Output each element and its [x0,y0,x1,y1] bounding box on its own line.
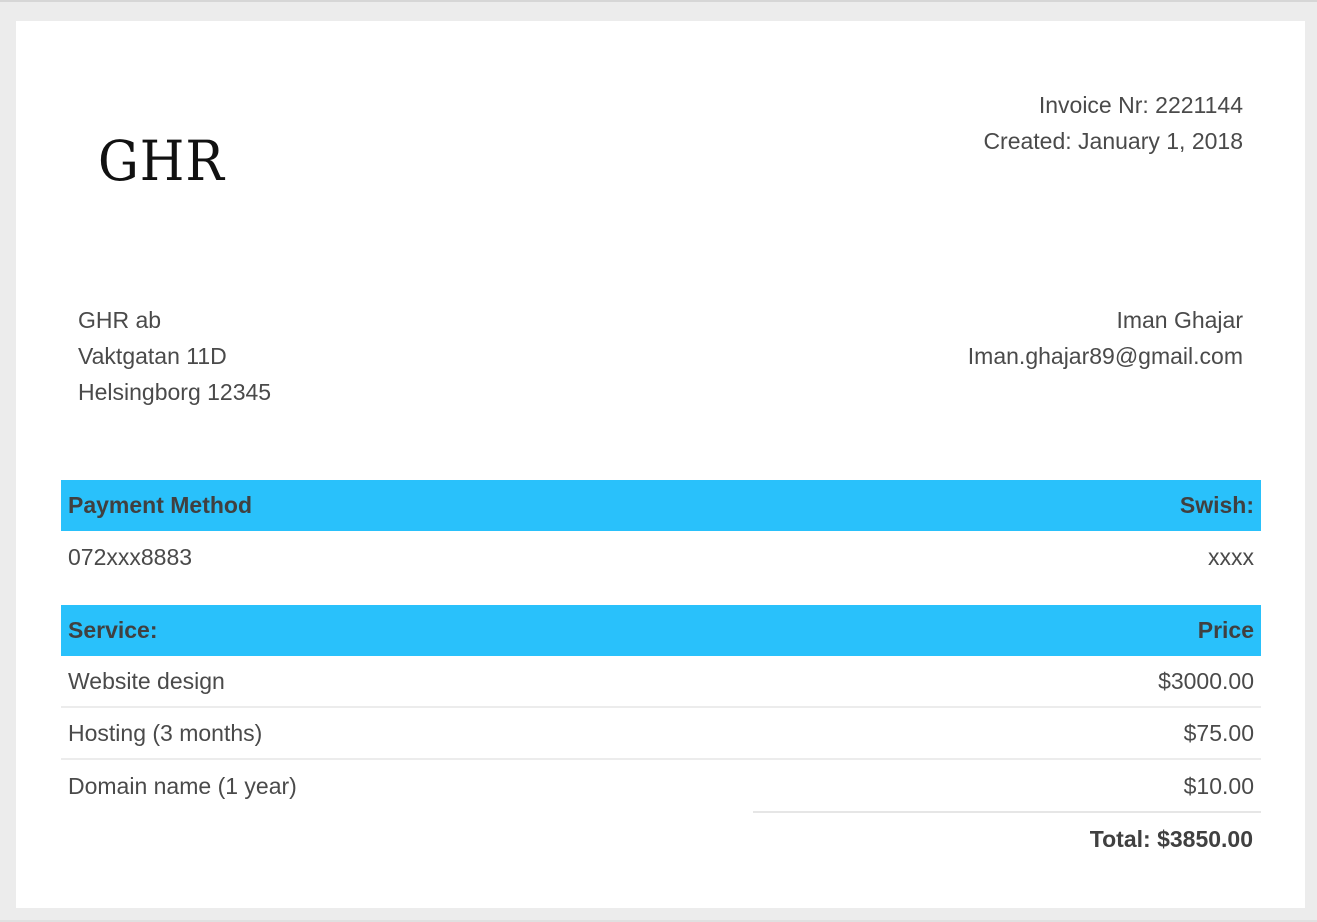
service-price: $3000.00 [1158,667,1254,694]
service-row: Website design $3000.00 [61,656,1261,708]
service-name: Hosting (3 months) [68,719,263,746]
service-name: Domain name (1 year) [68,772,297,799]
service-row: Domain name (1 year) $10.00 [61,760,1261,812]
total-divider [753,811,1261,813]
sender-company: GHR ab [78,307,162,333]
recipient-name: Iman Ghajar [1116,307,1243,333]
top-divider [0,0,1317,2]
payment-method-heading: Payment Method [68,492,253,518]
price-heading: Price [1197,617,1254,643]
service-price: $75.00 [1183,719,1254,746]
swish-value: xxxx [1208,543,1254,570]
service-heading-row: Service: Price [61,605,1261,656]
invoice-created-date: Created: January 1, 2018 [983,128,1243,154]
service-name: Website design [68,667,225,694]
payment-heading-row: Payment Method Swish: [61,480,1261,531]
invoice-number: Invoice Nr: 2221144 [1038,92,1243,118]
service-heading: Service: [68,617,158,643]
company-logo: GHR [98,129,225,193]
recipient-info: Iman Ghajar Iman.ghajar89@gmail.com [968,302,1243,374]
invoice-meta: Invoice Nr: 2221144 Created: January 1, … [983,87,1243,159]
payment-detail-row: 072xxx8883 xxxx [61,531,1261,583]
sender-city: Helsingborg 12345 [78,379,272,405]
service-price: $10.00 [1183,772,1254,799]
invoice-box: GHR Invoice Nr: 2221144 Created: January… [16,21,1305,908]
sender-address: GHR ab Vaktgatan 11D Helsingborg 12345 [78,302,271,410]
sender-street: Vaktgatan 11D [78,343,227,369]
swish-heading: Swish: [1179,492,1254,518]
service-row: Hosting (3 months) $75.00 [61,708,1261,760]
recipient-email: Iman.ghajar89@gmail.com [967,343,1243,369]
invoice-total: Total: $3850.00 [1089,826,1253,852]
payment-phone-number: 072xxx8883 [68,543,193,570]
